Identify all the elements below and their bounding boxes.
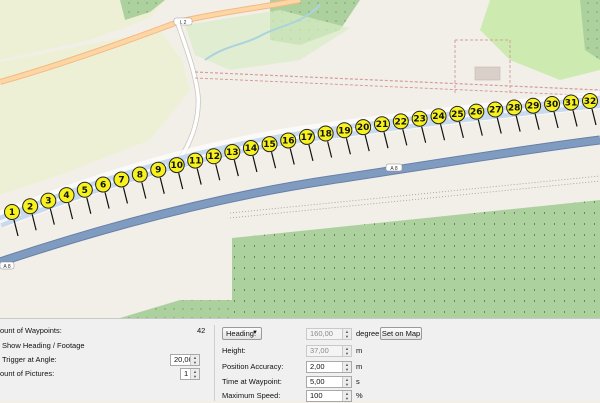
- accuracy-label: Position Accuracy:: [222, 362, 284, 371]
- accuracy-value: 2,00: [310, 362, 325, 371]
- waypoint-number: 22: [395, 117, 408, 127]
- map-canvas[interactable]: L 2 A 8 A 8 1234567 8 9 10 11 12 13 14 15 16 17 18 1…: [0, 0, 600, 318]
- waypoint-settings-panel: ount of Waypoints: 42 Show Heading / Foo…: [0, 318, 600, 402]
- heading-value: 160,00: [310, 329, 333, 338]
- building: [474, 66, 501, 81]
- speed-unit: %: [356, 391, 363, 400]
- waypoint-number: 29: [527, 102, 540, 112]
- time-input[interactable]: 5,00 ▲ ▼: [306, 376, 352, 388]
- heading-select[interactable]: Heading: ▼: [222, 327, 262, 340]
- waypoint-number: 23: [413, 115, 426, 125]
- waypoint-number: 18: [319, 130, 332, 140]
- waypoint-count-value: 42: [197, 326, 206, 335]
- show-heading-label[interactable]: Show Heading / Footage: [2, 339, 85, 353]
- waypoint-number: 25: [451, 110, 464, 120]
- waypoint-number: 1: [9, 208, 15, 218]
- waypoint-number: 13: [226, 148, 239, 158]
- height-input[interactable]: 37,00 ▲ ▼: [306, 345, 352, 357]
- waypoint-number: 26: [470, 108, 483, 118]
- waypoint-number: 8: [137, 171, 143, 181]
- panel-divider: [214, 325, 215, 401]
- waypoint-number: 32: [584, 97, 597, 107]
- waypoint-number: 9: [155, 166, 161, 176]
- height-label: Height:: [222, 346, 246, 355]
- waypoint-number: 31: [565, 98, 578, 108]
- heading-spinner[interactable]: ▲ ▼: [342, 329, 351, 339]
- waypoint-number: 6: [100, 181, 106, 191]
- time-unit: s: [356, 377, 360, 386]
- heading-input[interactable]: 160,00 ▲ ▼: [306, 328, 352, 340]
- trigger-angle-label: Trigger at Angle:: [2, 355, 57, 364]
- waypoint-number: 28: [508, 104, 521, 114]
- pictures-count-value: 1: [184, 369, 189, 378]
- motorway-label-upper: A 8: [390, 166, 397, 172]
- waypoint-number: 7: [118, 175, 124, 185]
- waypoint-count-label: ount of Waypoints:: [0, 326, 62, 335]
- waypoint-number: 20: [357, 123, 370, 133]
- waypoint-number: 10: [170, 161, 183, 171]
- speed-label: Maximum Speed:: [222, 391, 281, 400]
- waypoint-number: 21: [376, 120, 389, 130]
- height-value: 37,00: [310, 346, 329, 355]
- waypoint-number: 4: [63, 191, 69, 201]
- waypoint-number: 19: [338, 126, 351, 136]
- set-on-map-button[interactable]: Set on Map: [380, 327, 422, 340]
- waypoint-number: 11: [189, 157, 202, 167]
- accuracy-spinner[interactable]: ▲ ▼: [342, 362, 351, 372]
- accuracy-unit: m: [356, 362, 363, 371]
- height-spinner[interactable]: ▲ ▼: [342, 346, 351, 356]
- waypoint-number: 2: [27, 202, 33, 212]
- accuracy-input[interactable]: 2,00 ▲ ▼: [306, 361, 352, 373]
- waypoint-number: 17: [301, 133, 314, 143]
- pictures-count-spinner[interactable]: ▲ ▼: [190, 369, 199, 379]
- time-label: Time at Waypoint:: [222, 377, 282, 386]
- waypoint-number: 27: [489, 106, 502, 116]
- pictures-count-input[interactable]: 1 ▲ ▼: [180, 368, 200, 380]
- waypoint-number: 12: [207, 152, 220, 162]
- motorway-label-lower: A 8: [3, 264, 10, 270]
- waypoint-number: 5: [82, 186, 88, 196]
- speed-input[interactable]: 100 ▲ ▼: [306, 390, 352, 402]
- waypoint-number: 24: [432, 112, 445, 122]
- waypoint-number: 3: [45, 197, 51, 207]
- height-unit: m: [356, 346, 363, 355]
- waypoint-number: 16: [282, 136, 295, 146]
- time-spinner[interactable]: ▲ ▼: [342, 377, 351, 387]
- waypoint-number: 30: [546, 100, 559, 110]
- time-value: 5,00: [310, 377, 325, 386]
- waypoint-number: 14: [245, 144, 258, 154]
- map-view[interactable]: L 2 A 8 A 8 1 2 3 4 5 6 7 8 9 10 11 12 13 14 15 16 17 18 1…: [0, 0, 600, 318]
- heading-unit: degree: [356, 329, 380, 338]
- trigger-angle-spinner[interactable]: ▲ ▼: [190, 355, 199, 365]
- chevron-down-icon: ▼: [252, 330, 258, 336]
- waypoint-number: 15: [263, 140, 276, 150]
- trigger-angle-input[interactable]: 20,00 ▲ ▼: [170, 354, 200, 366]
- pictures-count-label: ount of Pictures:: [0, 369, 55, 378]
